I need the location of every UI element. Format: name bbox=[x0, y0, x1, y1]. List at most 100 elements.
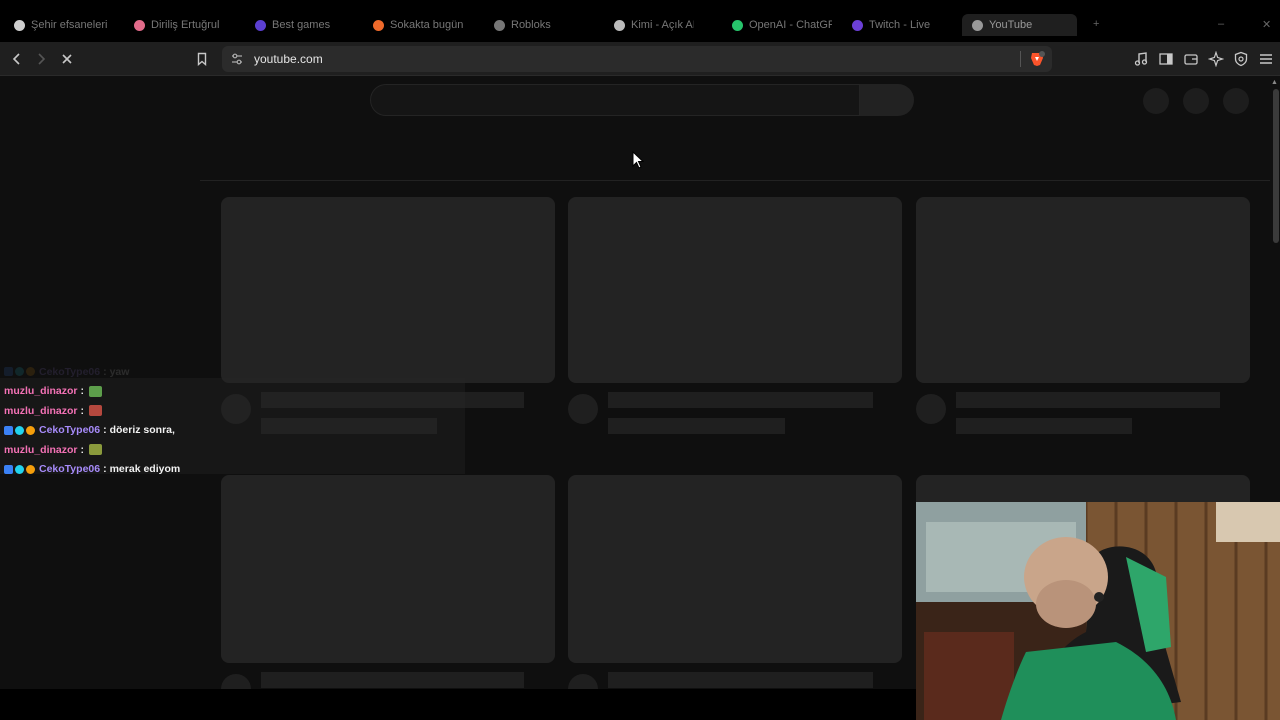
chat-message: muzlu_dinazor: bbox=[4, 401, 464, 421]
title-skeleton bbox=[956, 392, 1220, 408]
chat-username[interactable]: CekoType06 bbox=[39, 366, 100, 378]
bookmark-icon[interactable] bbox=[192, 49, 212, 69]
wallet-icon[interactable] bbox=[1181, 49, 1201, 69]
mouse-cursor-icon bbox=[632, 150, 645, 174]
tab-strip: Şehir efsaneleri Diriliş Ertuğrul Best g… bbox=[0, 0, 1280, 42]
title-skeleton bbox=[261, 672, 524, 688]
subscriber-badge-icon bbox=[4, 367, 13, 377]
browser-tab[interactable]: Sokakta bugün bbox=[373, 14, 473, 36]
close-icon[interactable] bbox=[57, 49, 77, 69]
chat-separator: : bbox=[80, 385, 85, 398]
tab-favicon bbox=[972, 19, 983, 31]
chat-username[interactable]: CekoType06 bbox=[39, 463, 100, 475]
tab-favicon bbox=[255, 19, 266, 31]
brave-lion-icon[interactable] bbox=[1028, 50, 1046, 68]
chat-message-text: yaw bbox=[109, 365, 130, 378]
meta-skeleton bbox=[956, 418, 1132, 434]
browser-tab[interactable]: Best games bbox=[255, 14, 355, 36]
tab-favicon bbox=[14, 19, 25, 31]
channel-avatar-skeleton bbox=[568, 394, 598, 424]
prime-badge-icon bbox=[15, 425, 24, 435]
avatar-skeleton bbox=[1223, 88, 1249, 114]
shield-icon[interactable] bbox=[1231, 49, 1251, 69]
vip-badge-icon bbox=[26, 367, 35, 377]
screen: Şehir efsaneleri Diriliş Ertuğrul Best g… bbox=[0, 0, 1280, 720]
subscriber-badge-icon bbox=[4, 425, 13, 435]
arrow-left-icon[interactable] bbox=[7, 49, 27, 69]
video-thumbnail-skeleton bbox=[568, 475, 902, 663]
prime-badge-icon bbox=[15, 464, 24, 474]
chat-message-text: merak ediyom bbox=[109, 463, 181, 476]
video-thumbnail-skeleton bbox=[568, 197, 902, 383]
chat-message-text: döeriz sonra, bbox=[109, 424, 175, 437]
prime-badge-icon bbox=[15, 367, 24, 377]
chat-message: muzlu_dinazor: bbox=[4, 440, 464, 460]
meta-skeleton bbox=[608, 418, 785, 434]
search-button-skeleton[interactable] bbox=[860, 84, 914, 116]
video-thumbnail-skeleton bbox=[916, 197, 1250, 383]
chat-separator: : bbox=[103, 424, 107, 437]
tab-title: Twitch - Live bbox=[869, 19, 931, 31]
chat-message: muzlu_dinazor: bbox=[4, 382, 464, 402]
new-tab-icon[interactable]: + bbox=[1093, 18, 1099, 30]
chat-separator: : bbox=[80, 404, 85, 417]
tab-title: YouTube bbox=[989, 19, 1033, 31]
header-icon-skeleton bbox=[1143, 88, 1169, 114]
search-input-skeleton[interactable] bbox=[370, 84, 860, 116]
tab-title: Sokakta bugün bbox=[390, 19, 464, 31]
browser-tab[interactable]: Twitch - Live bbox=[852, 14, 947, 36]
vip-badge-icon bbox=[26, 425, 35, 435]
chat-emote-icon bbox=[89, 385, 103, 397]
tune-icon[interactable] bbox=[230, 52, 244, 66]
arrow-right-icon[interactable] bbox=[31, 49, 51, 69]
browser-tab[interactable]: Diriliş Ertuğrul bbox=[134, 14, 234, 36]
title-skeleton bbox=[608, 392, 873, 408]
chat-separator: : bbox=[103, 365, 107, 378]
browser-tab-active[interactable]: YouTube bbox=[962, 14, 1077, 36]
chat-message: CekoType06: yaw bbox=[4, 362, 464, 382]
browser-tab[interactable]: Robloks bbox=[494, 14, 554, 36]
chat-separator: : bbox=[103, 463, 107, 476]
tab-title: Kimi - Açık AI bbox=[631, 19, 694, 31]
tab-favicon bbox=[852, 19, 863, 31]
chat-emote-icon bbox=[89, 444, 103, 456]
chat-username[interactable]: muzlu_dinazor bbox=[4, 444, 78, 456]
hamburger-menu-icon[interactable] bbox=[1256, 49, 1276, 69]
scrollbar-thumb[interactable] bbox=[1273, 89, 1279, 243]
subscriber-badge-icon bbox=[4, 464, 13, 474]
tab-title: Diriliş Ertuğrul bbox=[151, 19, 220, 31]
chat-username[interactable]: muzlu_dinazor bbox=[4, 405, 78, 417]
header-icon-skeleton bbox=[1183, 88, 1209, 114]
video-thumbnail-skeleton bbox=[221, 197, 555, 383]
streamer-webcam bbox=[916, 502, 1280, 720]
close-window-icon[interactable]: ✕ bbox=[1262, 18, 1271, 31]
tab-favicon bbox=[134, 19, 145, 31]
tab-title: Robloks bbox=[511, 19, 551, 31]
browser-tab[interactable]: Kimi - Açık AI bbox=[614, 14, 694, 36]
minimize-icon[interactable]: ‒ bbox=[1218, 18, 1224, 30]
scroll-up-icon[interactable]: ▲ bbox=[1271, 79, 1278, 86]
chips-divider bbox=[200, 180, 1270, 181]
chat-username[interactable]: CekoType06 bbox=[39, 424, 100, 436]
chat-emote-icon bbox=[89, 405, 103, 417]
sparkle-icon[interactable] bbox=[1206, 49, 1226, 69]
sidebar-icon[interactable] bbox=[1156, 49, 1176, 69]
tab-favicon bbox=[732, 19, 743, 31]
address-bar[interactable]: youtube.com bbox=[222, 46, 1052, 72]
browser-toolbar: youtube.com bbox=[0, 42, 1280, 76]
browser-tab[interactable]: OpenAI - ChatGPT bbox=[732, 14, 832, 36]
music-note-icon[interactable] bbox=[1131, 49, 1151, 69]
tab-favicon bbox=[614, 19, 625, 31]
tab-title: Şehir efsaneleri bbox=[31, 19, 108, 31]
vip-badge-icon bbox=[26, 464, 35, 474]
tab-title: OpenAI - ChatGPT bbox=[749, 19, 832, 31]
tab-favicon bbox=[494, 19, 505, 31]
chat-username[interactable]: muzlu_dinazor bbox=[4, 385, 78, 397]
chat-message: CekoType06: döeriz sonra, bbox=[4, 421, 464, 441]
url-separator bbox=[1020, 51, 1021, 67]
tab-favicon bbox=[373, 19, 384, 31]
browser-tab[interactable]: Şehir efsaneleri bbox=[14, 14, 114, 36]
title-skeleton bbox=[608, 672, 873, 688]
url-text[interactable]: youtube.com bbox=[254, 52, 323, 66]
chat-message: CekoType06: merak ediyom bbox=[4, 460, 464, 480]
